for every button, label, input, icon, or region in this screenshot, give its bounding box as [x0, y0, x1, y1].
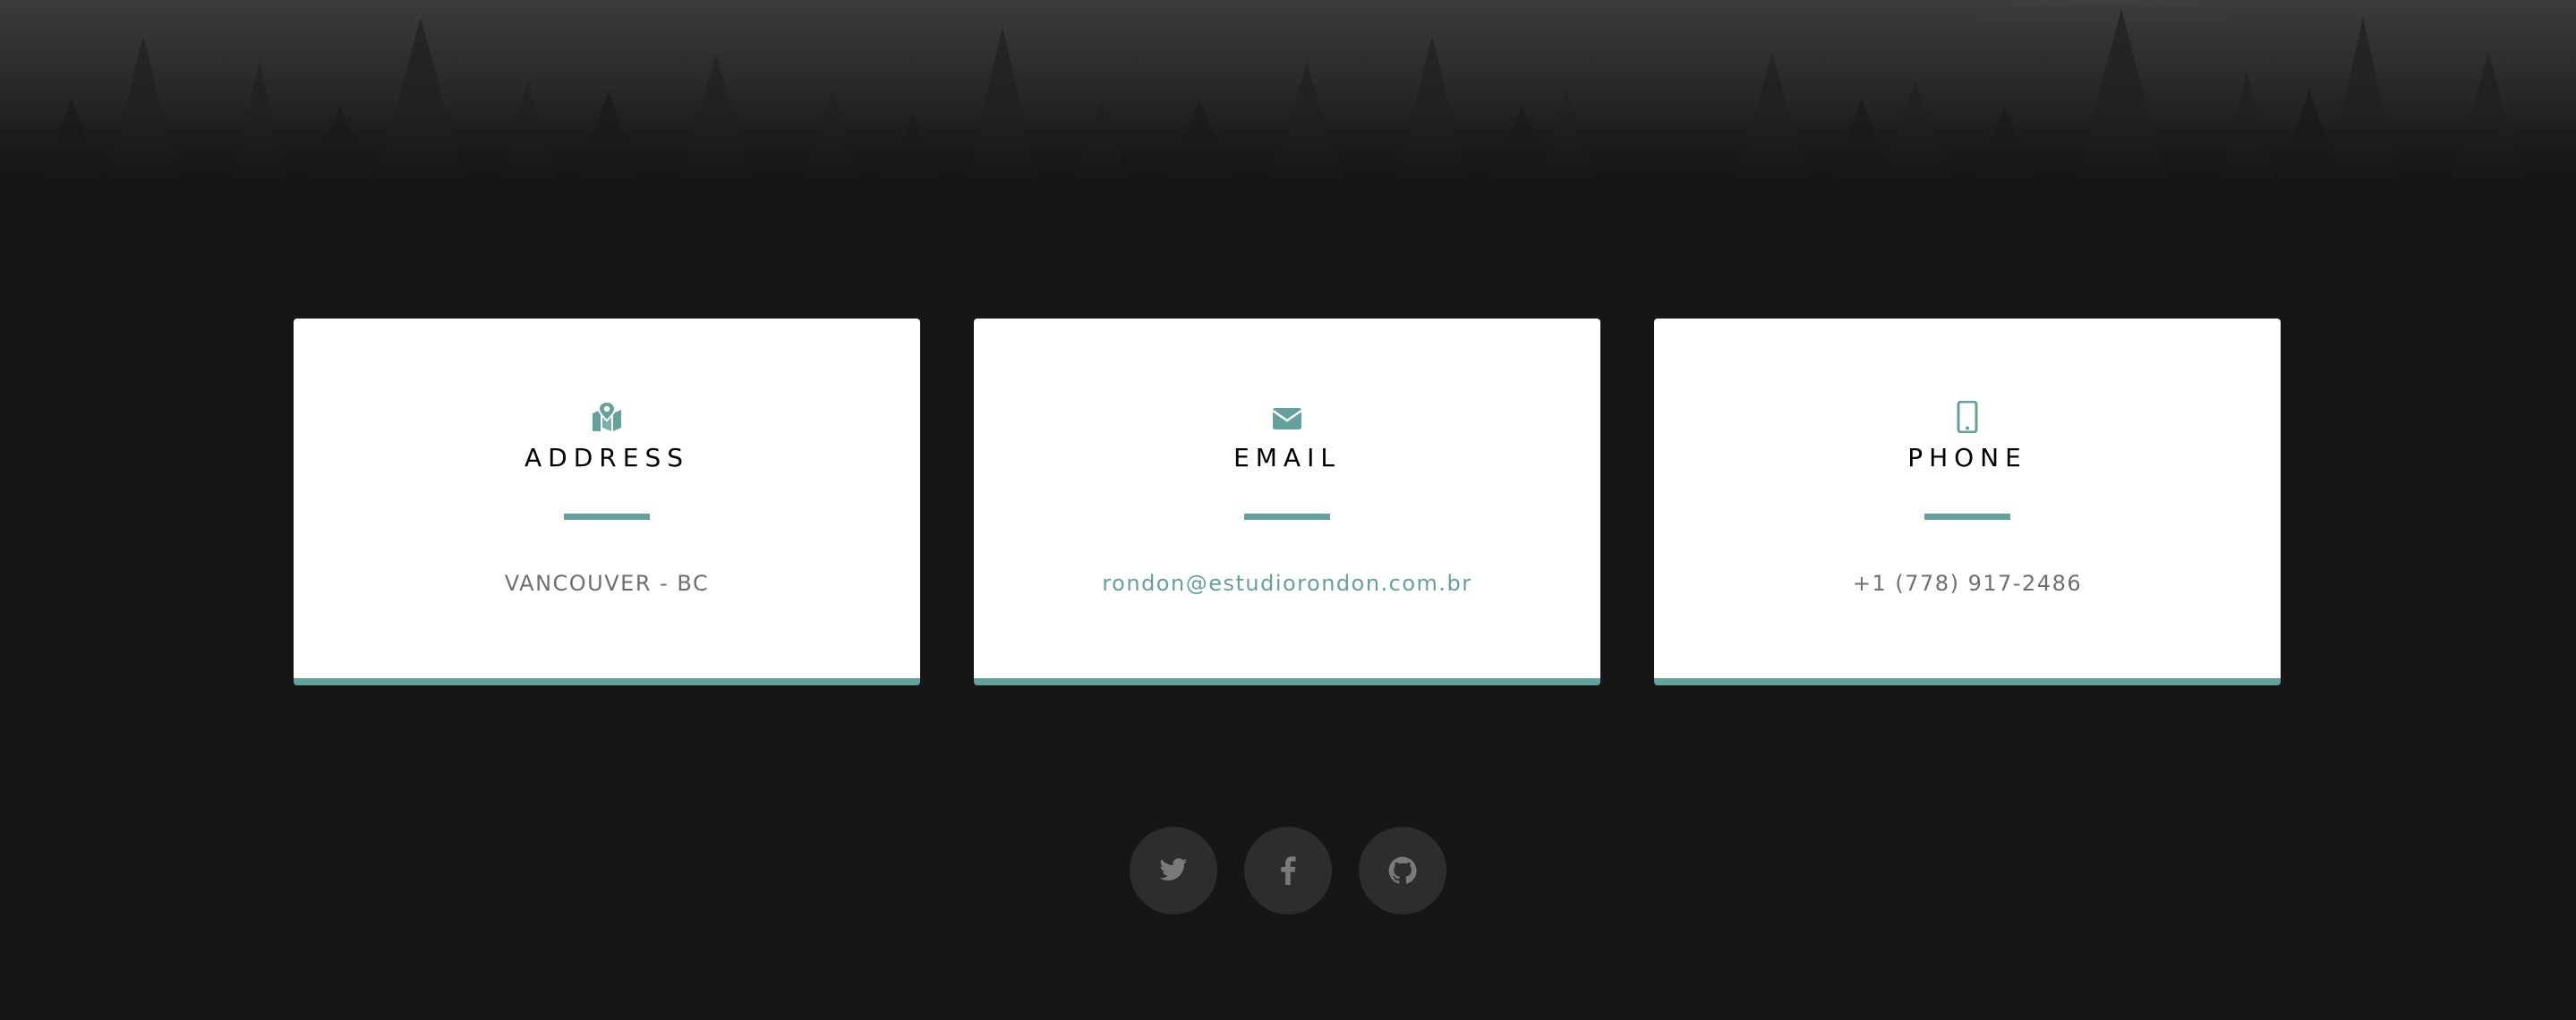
address-divider — [564, 514, 650, 520]
github-button[interactable] — [1359, 827, 1446, 914]
forest-background-image — [0, 0, 2576, 192]
phone-card: PHONE +1 (778) 917-2486 — [1654, 319, 2281, 685]
facebook-icon — [1281, 856, 1296, 885]
address-value: VANCOUVER - BC — [504, 571, 710, 596]
email-link[interactable]: rondon@estudiorondon.com.br — [974, 565, 1600, 601]
github-icon — [1388, 856, 1417, 884]
mobile-phone-icon — [1654, 401, 2281, 433]
map-marked-icon — [294, 401, 920, 433]
twitter-icon — [1159, 858, 1188, 881]
phone-value: +1 (778) 917-2486 — [1852, 571, 2083, 596]
email-divider — [1244, 514, 1330, 520]
social-links — [1130, 827, 1446, 914]
address-title: ADDRESS — [525, 443, 689, 472]
address-card: ADDRESS VANCOUVER - BC — [294, 319, 920, 685]
phone-divider — [1924, 514, 2010, 520]
envelope-icon — [974, 401, 1600, 433]
phone-title: PHONE — [1907, 443, 2027, 472]
email-title: EMAIL — [1233, 443, 1341, 472]
facebook-button[interactable] — [1244, 827, 1332, 914]
contact-section: ADDRESS VANCOUVER - BC EMAIL rondon@estu… — [0, 0, 2576, 1020]
twitter-button[interactable] — [1130, 827, 1217, 914]
contact-cards: ADDRESS VANCOUVER - BC EMAIL rondon@estu… — [294, 319, 2281, 685]
email-card: EMAIL rondon@estudiorondon.com.br — [974, 319, 1600, 685]
